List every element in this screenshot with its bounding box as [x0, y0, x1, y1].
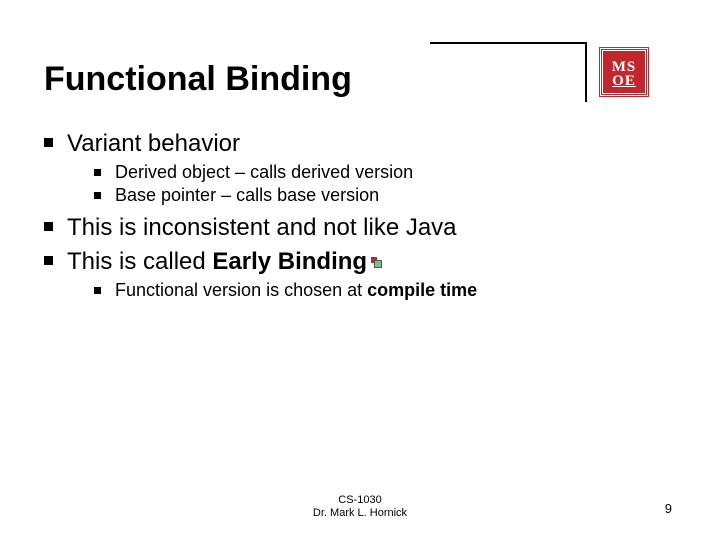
bullet-text-plain: Functional version is chosen at — [115, 280, 367, 300]
logo-line1: MS — [612, 60, 637, 74]
bullet-level1: Variant behavior — [44, 130, 676, 158]
bullet-text: Derived object – calls derived version — [115, 162, 413, 183]
bullet-icon — [94, 192, 101, 199]
msoe-logo: MS OE — [600, 48, 648, 96]
sub-bullet-group: Functional version is chosen at compile … — [94, 280, 676, 301]
bullet-icon — [94, 287, 101, 294]
slide-footer: CS-1030 Dr. Mark L. Hornick — [0, 494, 720, 520]
bullet-text: Base pointer – calls base version — [115, 185, 379, 206]
bullet-text-plain: This is called — [67, 248, 212, 275]
bullet-icon — [44, 222, 53, 231]
title-rule-vertical — [585, 42, 587, 102]
logo-line2: OE — [612, 74, 636, 88]
bullet-text: This is called Early Binding — [67, 248, 383, 276]
footer-course: CS-1030 — [0, 494, 720, 507]
bullet-level2: Functional version is chosen at compile … — [94, 280, 676, 301]
slide-body: Variant behavior Derived object – calls … — [44, 124, 676, 309]
bullet-level2: Base pointer – calls base version — [94, 185, 676, 206]
title-rule-horizontal — [430, 42, 585, 44]
bullet-text-bold: Early Binding — [212, 248, 367, 275]
slide-title: Functional Binding — [44, 60, 352, 99]
bullet-text-bold: compile time — [367, 280, 477, 300]
bullet-icon — [94, 169, 101, 176]
bullet-icon — [44, 256, 53, 265]
footer-author: Dr. Mark L. Hornick — [0, 507, 720, 520]
bullet-level2: Derived object – calls derived version — [94, 162, 676, 183]
bullet-text: Variant behavior — [67, 130, 240, 158]
bullet-icon — [44, 138, 53, 147]
embedded-object-icon — [369, 255, 383, 269]
page-number: 9 — [665, 501, 672, 516]
bullet-level1: This is called Early Binding — [44, 248, 676, 276]
bullet-text-emphasis: not like Java — [323, 214, 456, 241]
sub-bullet-group: Derived object – calls derived version B… — [94, 162, 676, 206]
bullet-text-plain: This is inconsistent and — [67, 214, 323, 241]
bullet-level1: This is inconsistent and not like Java — [44, 214, 676, 242]
bullet-text: This is inconsistent and not like Java — [67, 214, 457, 242]
bullet-text: Functional version is chosen at compile … — [115, 280, 477, 301]
